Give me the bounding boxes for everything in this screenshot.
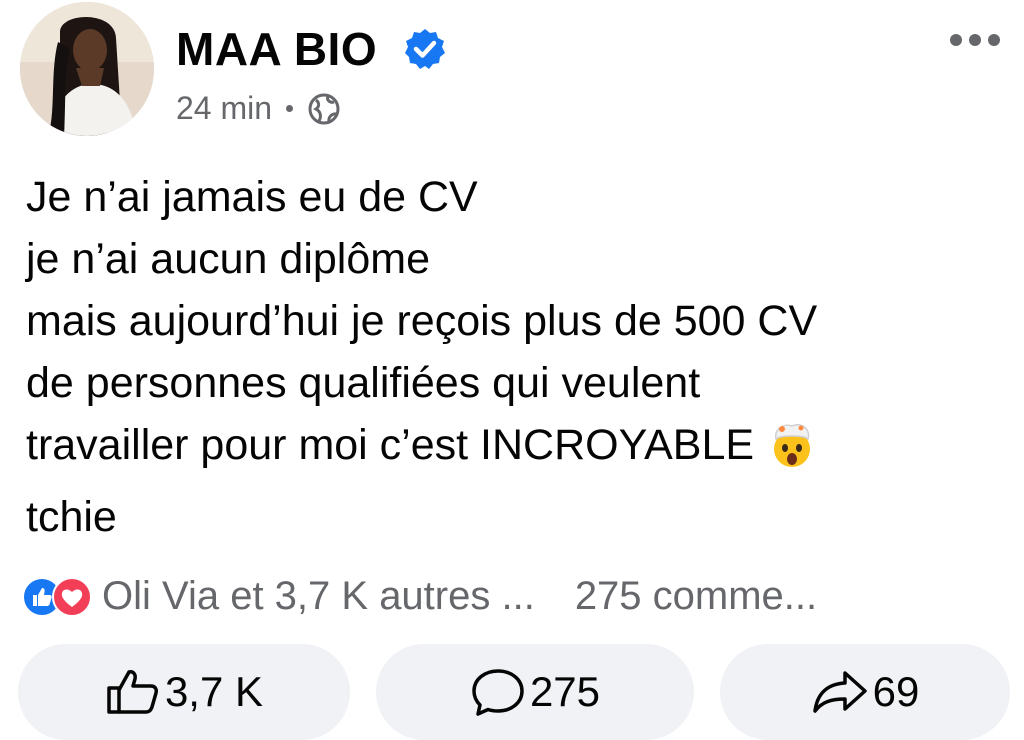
post-line: tchie (26, 493, 117, 541)
share-count: 69 (872, 668, 920, 715)
avatar[interactable] (20, 2, 154, 136)
post-line: mais aujourd’hui je reçois plus de 500 C… (26, 297, 818, 345)
post-line: de personnes qualifiées qui veulent (26, 359, 701, 407)
more-options-icon[interactable] (950, 34, 1000, 46)
globe-icon[interactable] (307, 92, 341, 126)
post-line: travailler pour moi c’est INCROYABLE (26, 421, 755, 469)
post-time[interactable]: 24 min (176, 90, 272, 127)
share-button[interactable]: 69 (720, 644, 1010, 740)
post-meta: 24 min (176, 90, 341, 127)
thumbs-up-icon (105, 668, 161, 716)
comment-bubble-icon (470, 667, 526, 717)
separator-dot (286, 105, 294, 112)
comments-count-link[interactable]: 275 comme... (575, 574, 817, 619)
reaction-icons[interactable] (22, 576, 92, 617)
post-body: Je n’ai jamais eu de CV je n’ai aucun di… (26, 166, 986, 548)
reactions-summary: Oli Via et 3,7 K autres ... 275 comme... (22, 574, 1002, 619)
comment-count: 275 (529, 668, 601, 715)
post-header: MAA BIO (176, 22, 447, 76)
post-line: je n’ai aucun diplôme (26, 235, 430, 283)
comment-button[interactable]: 275 (376, 644, 694, 740)
like-count: 3,7 K (164, 668, 264, 715)
post-line-with-emoji: travailler pour moi c’est INCROYABLE (26, 414, 986, 486)
post-line: Je n’ai jamais eu de CV (26, 173, 478, 221)
exploding-head-emoji-icon (768, 421, 816, 486)
verified-badge-icon (403, 27, 447, 71)
love-reaction-icon (52, 576, 92, 617)
share-arrow-icon (811, 669, 869, 715)
reactions-summary-text[interactable]: Oli Via et 3,7 K autres ... (102, 574, 535, 619)
like-button[interactable]: 3,7 K (18, 644, 350, 740)
author-name[interactable]: MAA BIO (176, 22, 377, 76)
